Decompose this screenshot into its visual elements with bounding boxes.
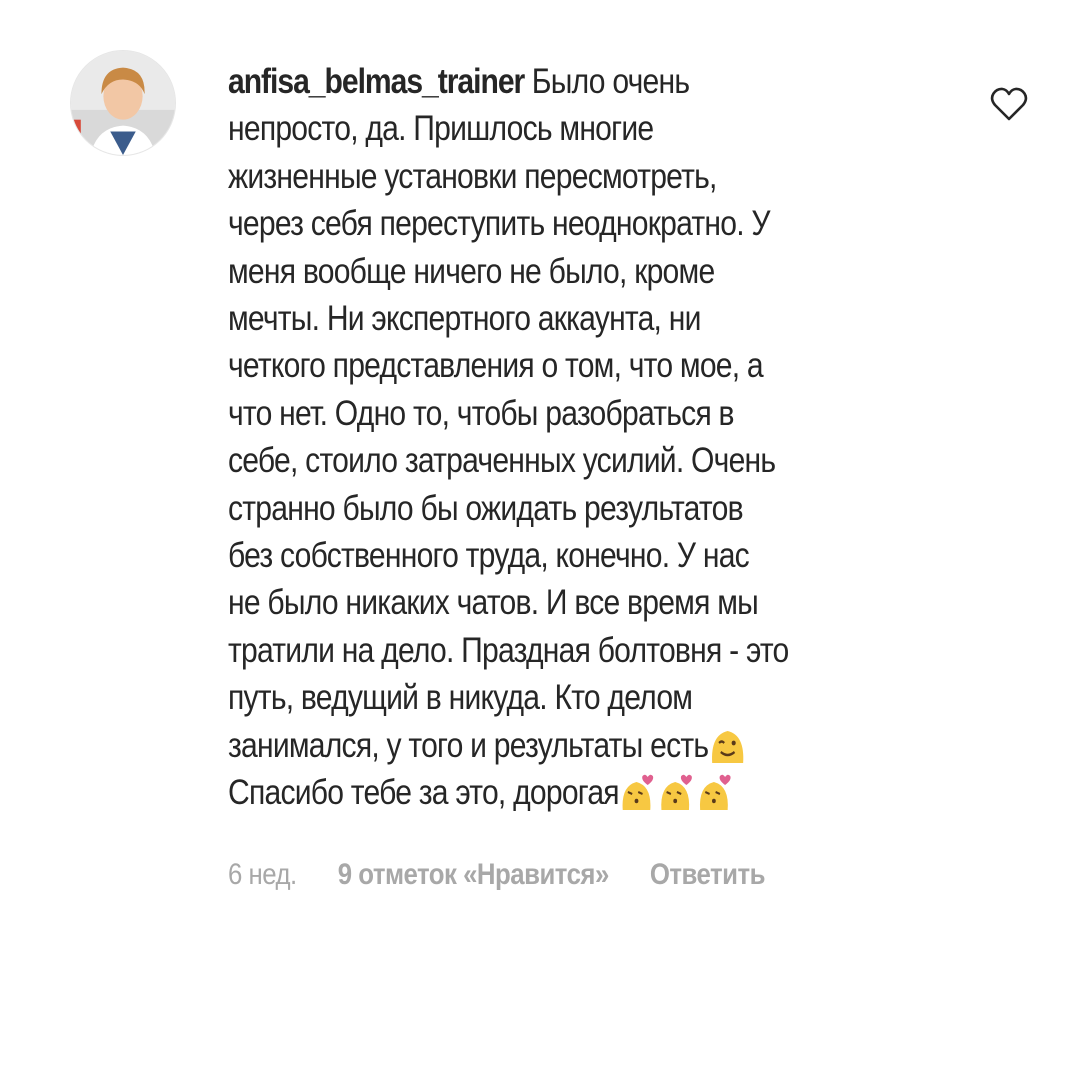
comment-line: тратили на дело. Праздная болтовня - это	[228, 630, 789, 670]
comment-line: путь, ведущий в никуда. Кто делом	[228, 678, 693, 718]
comment-line: четкого представления о том, что мое, а	[228, 346, 764, 386]
comment-line: без собственного труда, конечно. У нас	[228, 536, 750, 576]
likes-count-link[interactable]: 9 отметок «Нравится»	[338, 858, 610, 892]
comment: anfisa_belmas_trainer Было очень непрост…	[0, 0, 1088, 1068]
comment-meta: 6 нед. 9 отметок «Нравится» Ответить	[228, 858, 765, 892]
comment-line: занимался, у того и результаты есть	[228, 725, 709, 765]
kissing-face-with-heart-emoji	[697, 772, 735, 812]
comment-line: Было очень	[531, 62, 690, 101]
comment-line: жизненные установки пересмотреть,	[228, 156, 717, 196]
heart-outline-icon	[990, 87, 1028, 121]
comment-line: через себя переступить неоднократно. У	[228, 204, 771, 244]
comment-line: мечты. Ни экспертного аккаунта, ни	[228, 299, 701, 339]
comment-text: anfisa_belmas_trainer Было очень непрост…	[228, 58, 959, 817]
comment-line: непросто, да. Пришлось многие	[228, 109, 654, 149]
avatar[interactable]	[70, 50, 176, 156]
comment-line: Спасибо тебе за это, дорогая	[228, 773, 620, 813]
comment-line: что нет. Одно то, чтобы разобраться в	[228, 393, 735, 433]
reply-button[interactable]: Ответить	[650, 858, 766, 892]
comment-line: странно было бы ожидать результатов	[228, 488, 744, 528]
kissing-face-with-heart-emoji	[620, 772, 658, 812]
comment-username[interactable]: anfisa_belmas_trainer	[228, 62, 525, 101]
winking-face-emoji	[709, 725, 747, 765]
like-button[interactable]	[990, 86, 1028, 122]
comment-time: 6 нед.	[228, 858, 297, 891]
kissing-face-with-heart-emoji	[658, 772, 696, 812]
comment-line: не было никаких чатов. И все время мы	[228, 583, 759, 623]
comment-line: себе, стоило затраченных усилий. Очень	[228, 441, 776, 481]
comment-line: меня вообще ничего не было, кроме	[228, 251, 715, 291]
